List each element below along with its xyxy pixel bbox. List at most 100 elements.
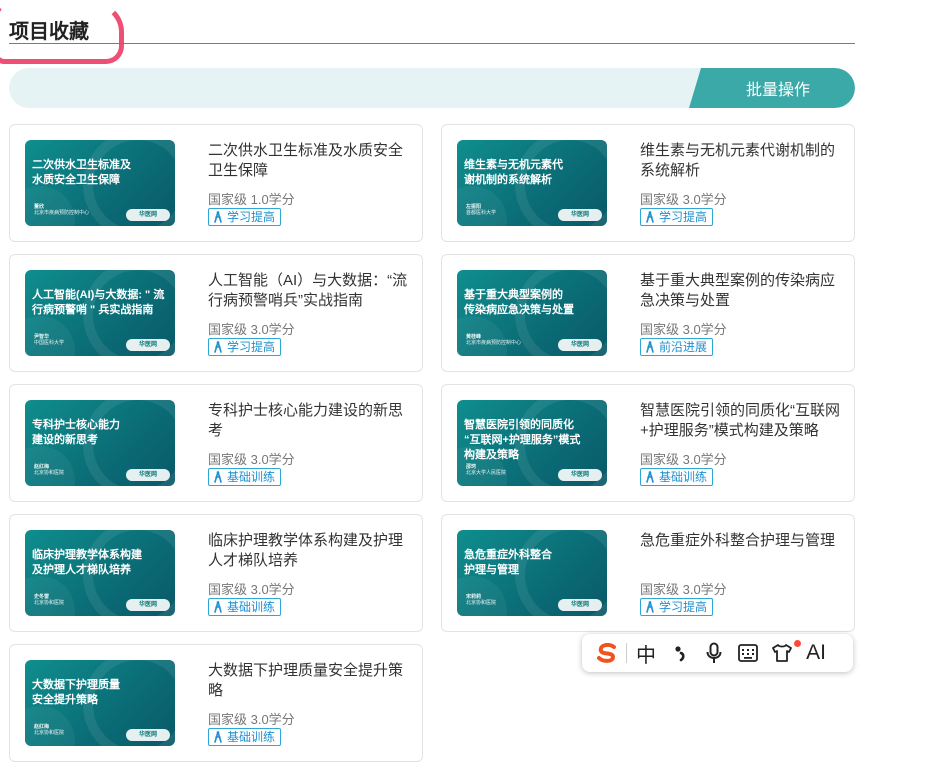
category-tag: 基础训练 <box>640 468 714 486</box>
keyboard-icon[interactable] <box>731 638 765 668</box>
tag-person-icon <box>646 471 654 483</box>
thumbnail-author-name: 宋莉莉 <box>466 594 482 600</box>
category-tag: 学习提高 <box>208 338 282 356</box>
category-tag-label: 基础训练 <box>659 470 708 484</box>
brand-logo: 华医网 <box>126 599 170 611</box>
brand-logo: 华医网 <box>126 339 170 351</box>
thumbnail-title: 专科护士核心能力 建设的新思考 <box>32 419 120 446</box>
course-thumbnail[interactable]: 人工智能(AI)与大数据: " 流行病预警哨 " 兵实战指南 尹智华 中国医科大学… <box>25 270 175 356</box>
course-card-9[interactable]: 大数据下护理质量 安全提升策略 赵红梅 北京协和医院 华医网 大数据下护理质量安全提… <box>9 644 423 762</box>
thumbnail-author-org: 北京协和医院 <box>466 600 497 606</box>
tag-person-icon <box>646 601 654 613</box>
course-card-2[interactable]: 维生素与无机元素代 谢机制的系统解析 左振阳 首都医科大学 华医网 维生素与无机元素… <box>441 124 855 242</box>
course-card-3[interactable]: 人工智能(AI)与大数据: " 流行病预警哨 " 兵实战指南 尹智华 中国医科大学… <box>9 254 423 372</box>
category-tag: 基础训练 <box>208 728 282 746</box>
category-tag: 学习提高 <box>640 208 714 226</box>
batch-operation-button[interactable]: 批量操作 <box>689 68 855 108</box>
sogou-logo-icon[interactable] <box>590 638 624 668</box>
thumbnail-author: 尹智华 中国医科大学 <box>34 334 64 346</box>
course-title[interactable]: 二次供水卫生标准及水质安全卫生保障 <box>208 141 408 181</box>
thumbnail-title: 维生素与无机元素代 谢机制的系统解析 <box>464 159 563 186</box>
course-card-4[interactable]: 基于重大典型案例的 传染病应急决策与处置 黄桂峰 北京市疾病预防控制中心 华医网 基… <box>441 254 855 372</box>
course-card-5[interactable]: 专科护士核心能力 建设的新思考 赵红梅 北京协和医院 华医网 专科护士核心能力建设的… <box>9 384 423 502</box>
skin-shirt-icon[interactable] <box>765 638 801 668</box>
thumbnail-author-org: 北京市疾病预防控制中心 <box>34 210 90 216</box>
tag-person-icon <box>646 341 654 353</box>
page-title: 项目收藏 <box>9 21 89 43</box>
course-title[interactable]: 大数据下护理质量安全提升策略 <box>208 661 408 701</box>
thumbnail-author: 邵珂 北京大学人民医院 <box>466 464 506 476</box>
course-credit-info: 国家级 3.0学分 <box>640 192 727 207</box>
course-card-1[interactable]: 二次供水卫生标准及 水质安全卫生保障 董欣 北京市疾病预防控制中心 华医网 二次供水… <box>9 124 423 242</box>
thumbnail-author: 赵红梅 北京协和医院 <box>34 464 64 476</box>
course-thumbnail[interactable]: 急危重症外科整合 护理与管理 宋莉莉 北京协和医院 华医网 <box>457 530 607 616</box>
course-title[interactable]: 维生素与无机元素代谢机制的系统解析 <box>640 141 840 181</box>
thumbnail-title: 急危重症外科整合 护理与管理 <box>464 549 552 576</box>
thumbnail-author: 黄桂峰 北京市疾病预防控制中心 <box>466 334 521 346</box>
thumbnail-author-org: 中国医科大学 <box>34 340 65 346</box>
course-title[interactable]: 智慧医院引领的同质化“互联网+护理服务”模式构建及策略 <box>640 401 840 441</box>
brand-logo: 华医网 <box>126 469 170 481</box>
category-tag-label: 基础训练 <box>227 600 276 614</box>
course-credit-info: 国家级 3.0学分 <box>640 452 727 467</box>
course-credit-info: 国家级 3.0学分 <box>208 452 295 467</box>
course-thumbnail[interactable]: 基于重大典型案例的 传染病应急决策与处置 黄桂峰 北京市疾病预防控制中心 华医网 <box>457 270 607 356</box>
brand-logo: 华医网 <box>558 599 602 611</box>
course-thumbnail[interactable]: 智慧医院引领的同质化 “互联网+护理服务”模式 构建及策略 邵珂 北京大学人民医院 华… <box>457 400 607 486</box>
tag-person-icon <box>214 341 222 353</box>
ai-assistant-icon[interactable]: AI <box>799 638 833 668</box>
course-credit-info: 国家级 3.0学分 <box>640 322 727 337</box>
thumbnail-author-name: 左振阳 <box>466 204 482 210</box>
thumbnail-author-org: 北京协和医院 <box>34 600 65 606</box>
thumbnail-author-org: 北京市疾病预防控制中心 <box>466 340 522 346</box>
course-title[interactable]: 人工智能（AI）与大数据：“流行病预警哨兵”实战指南 <box>208 271 408 311</box>
thumbnail-author: 宋莉莉 北京协和医院 <box>466 594 496 606</box>
course-title[interactable]: 专科护士核心能力建设的新思考 <box>208 401 408 441</box>
action-bar: 批量操作 <box>9 68 855 108</box>
category-tag-label: 基础训练 <box>227 730 276 744</box>
title-divider <box>9 43 855 44</box>
ai-label: AI <box>806 641 826 664</box>
course-card-8[interactable]: 急危重症外科整合 护理与管理 宋莉莉 北京协和医院 华医网 急危重症外科整合护理与管… <box>441 514 855 632</box>
course-thumbnail[interactable]: 专科护士核心能力 建设的新思考 赵红梅 北京协和医院 华医网 <box>25 400 175 486</box>
tag-person-icon <box>214 211 222 223</box>
category-tag-label: 学习提高 <box>659 210 708 224</box>
thumbnail-title: 智慧医院引领的同质化 “互联网+护理服务”模式 构建及策略 <box>464 419 581 461</box>
category-tag-label: 基础训练 <box>227 470 276 484</box>
category-tag: 学习提高 <box>208 208 282 226</box>
thumbnail-author-name: 邵珂 <box>466 464 477 470</box>
thumbnail-author-name: 尹智华 <box>34 334 50 340</box>
category-tag: 基础训练 <box>208 468 282 486</box>
course-thumbnail[interactable]: 二次供水卫生标准及 水质安全卫生保障 董欣 北京市疾病预防控制中心 华医网 <box>25 140 175 226</box>
thumbnail-title: 临床护理教学体系构建 及护理人才梯队培养 <box>32 549 142 576</box>
thumbnail-title: 基于重大典型案例的 传染病应急决策与处置 <box>464 289 574 316</box>
thumbnail-author-org: 北京大学人民医院 <box>466 470 507 476</box>
course-card-7[interactable]: 临床护理教学体系构建 及护理人才梯队培养 史冬雷 北京协和医院 华医网 临床护理教学… <box>9 514 423 632</box>
course-thumbnail[interactable]: 临床护理教学体系构建 及护理人才梯队培养 史冬雷 北京协和医院 华医网 <box>25 530 175 616</box>
course-thumbnail[interactable]: 大数据下护理质量 安全提升策略 赵红梅 北京协和医院 华医网 <box>25 660 175 746</box>
thumbnail-title: 人工智能(AI)与大数据: " 流行病预警哨 " 兵实战指南 <box>32 289 165 316</box>
course-title[interactable]: 临床护理教学体系构建及护理人才梯队培养 <box>208 531 408 571</box>
course-credit-info: 国家级 3.0学分 <box>640 582 727 597</box>
thumbnail-title: 二次供水卫生标准及 水质安全卫生保障 <box>32 159 131 186</box>
chinese-mode-toggle[interactable]: 中 <box>629 638 663 668</box>
thumbnail-title: 大数据下护理质量 安全提升策略 <box>32 679 120 706</box>
brand-logo: 华医网 <box>558 339 602 351</box>
course-title[interactable]: 基于重大典型案例的传染病应急决策与处置 <box>640 271 840 311</box>
thumbnail-author-name: 史冬雷 <box>34 594 50 600</box>
category-tag-label: 前沿进展 <box>659 340 708 354</box>
course-thumbnail[interactable]: 维生素与无机元素代 谢机制的系统解析 左振阳 首都医科大学 华医网 <box>457 140 607 226</box>
course-credit-info: 国家级 3.0学分 <box>208 712 295 727</box>
thumbnail-author: 左振阳 首都医科大学 <box>466 204 496 216</box>
tag-person-icon <box>214 731 222 743</box>
tag-person-icon <box>214 471 222 483</box>
microphone-icon[interactable] <box>697 638 731 668</box>
punctuation-icon[interactable] <box>663 638 697 668</box>
ime-toolbar: 中 AI <box>582 634 853 672</box>
course-card-6[interactable]: 智慧医院引领的同质化 “互联网+护理服务”模式 构建及策略 邵珂 北京大学人民医院 华… <box>441 384 855 502</box>
thumbnail-author-name: 赵红梅 <box>34 724 50 730</box>
thumbnail-author-org: 北京协和医院 <box>34 470 65 476</box>
category-tag-label: 学习提高 <box>227 340 276 354</box>
thumbnail-author: 董欣 北京市疾病预防控制中心 <box>34 204 89 216</box>
course-title[interactable]: 急危重症外科整合护理与管理 <box>640 531 840 551</box>
